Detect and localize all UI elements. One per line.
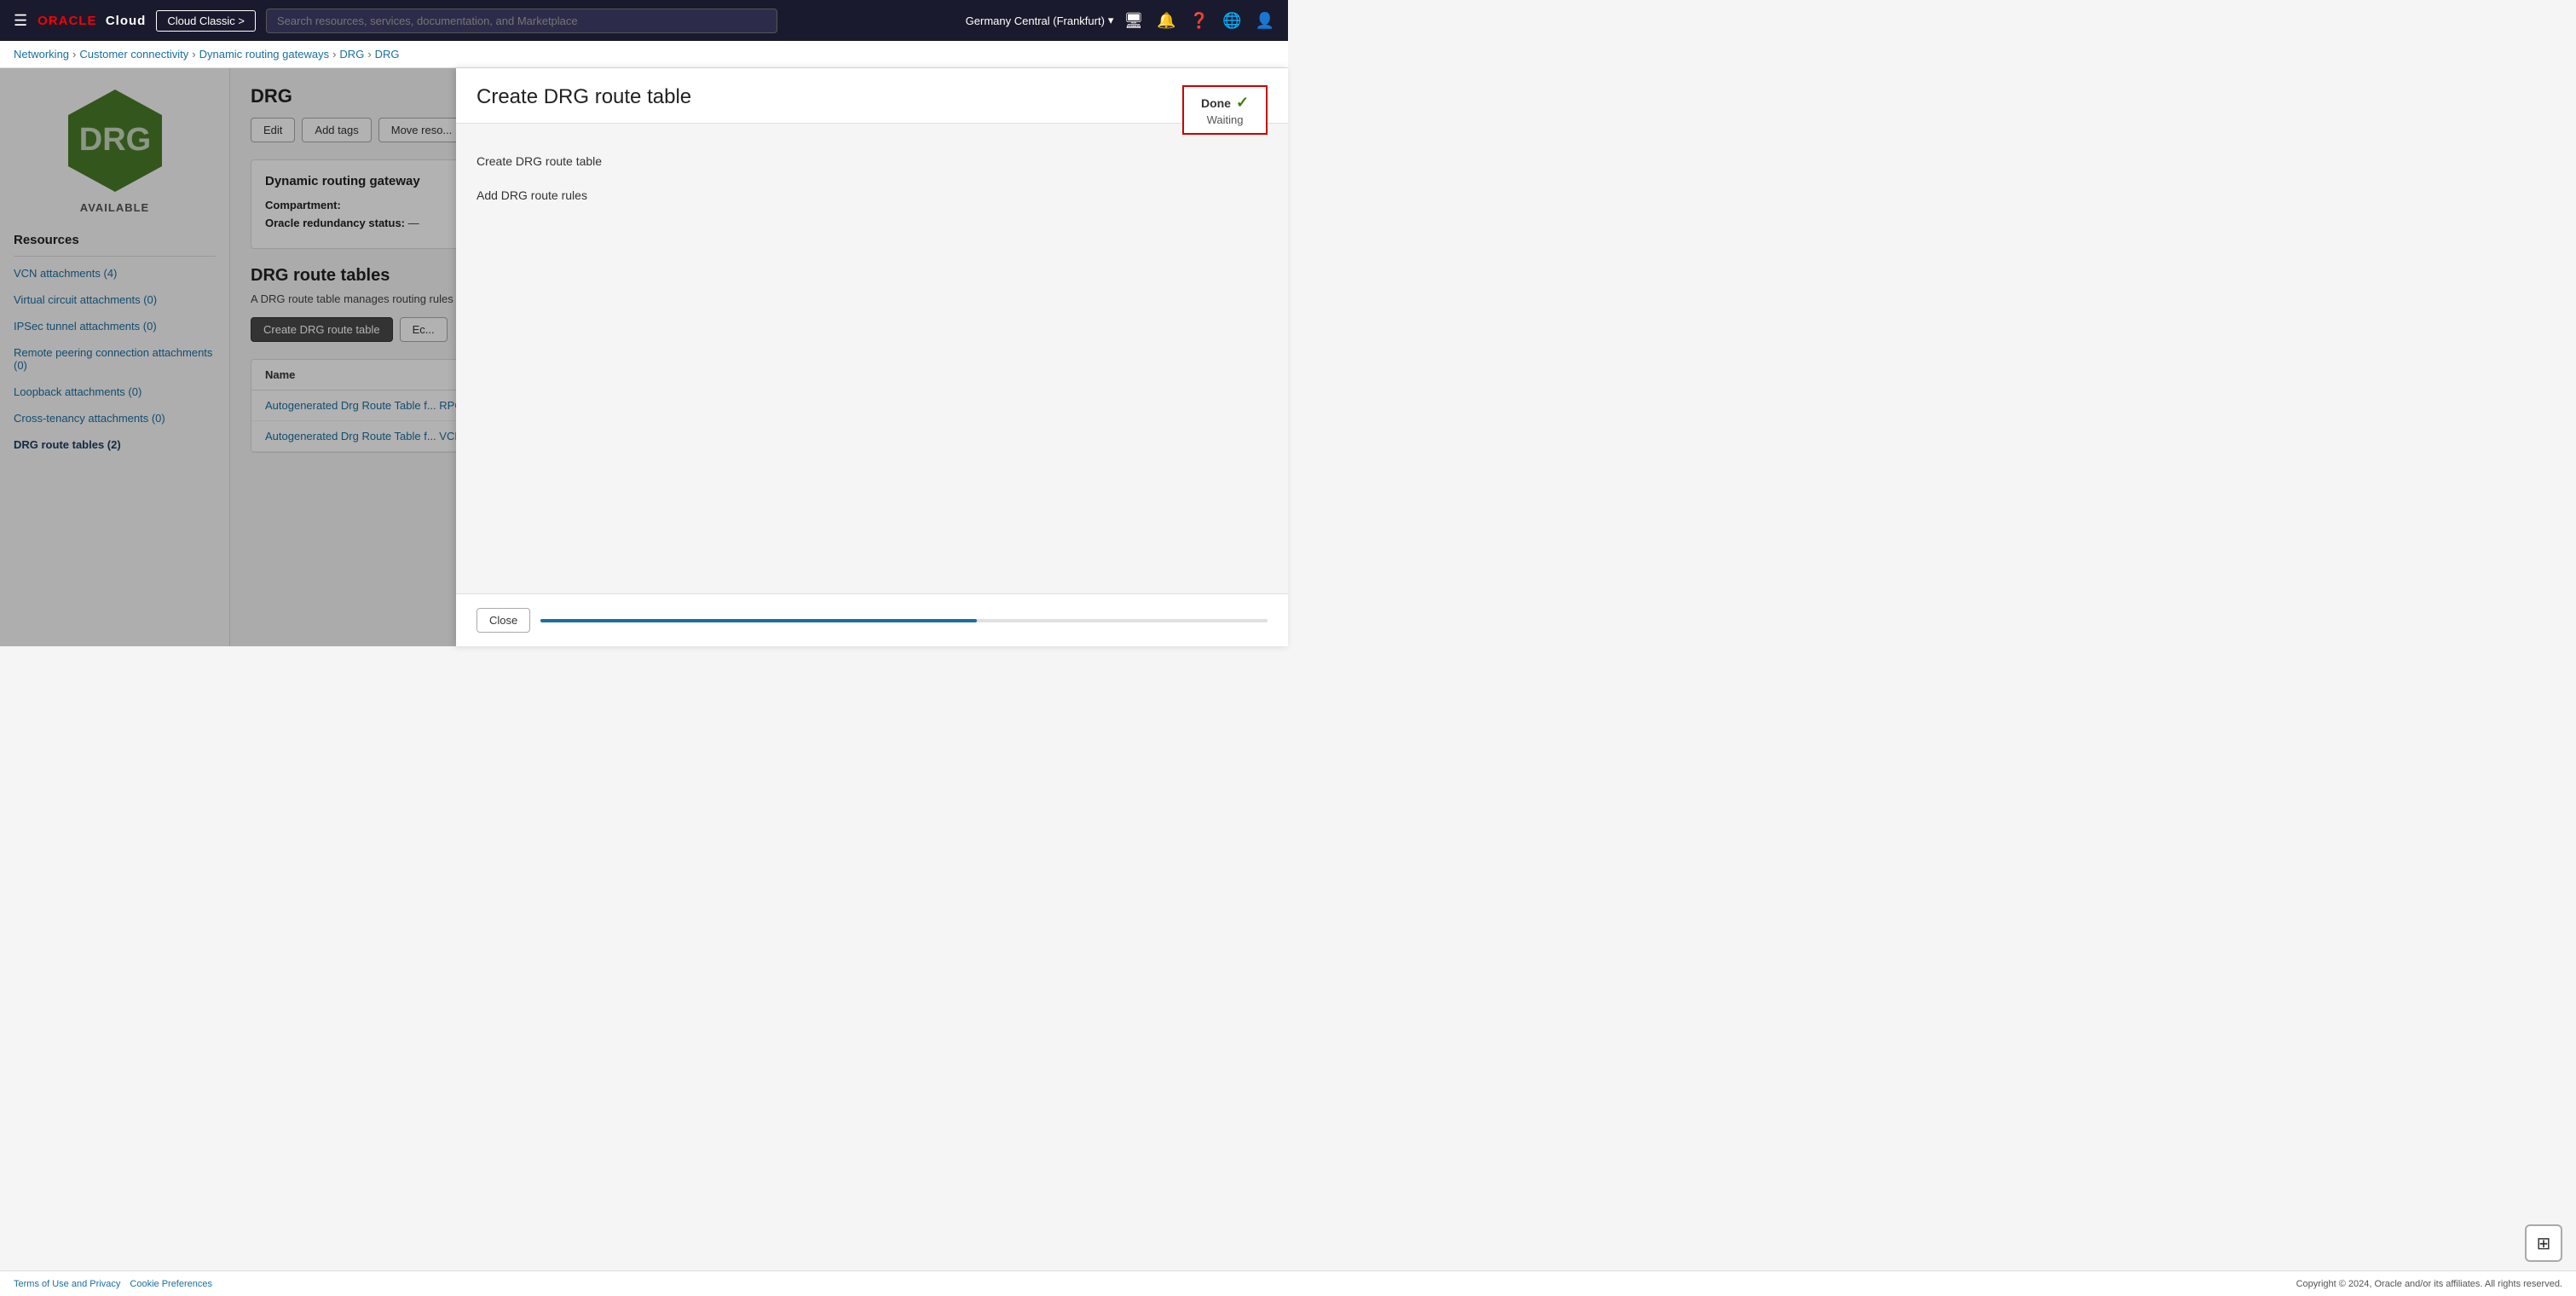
workflow-step-2: Add DRG route rules bbox=[477, 178, 817, 212]
breadcrumb-drg[interactable]: DRG bbox=[339, 48, 364, 61]
modal-panel: Create DRG route table Help Create DRG r… bbox=[456, 68, 1288, 646]
footer-copyright: Copyright © 2024, Oracle and/or its affi… bbox=[2296, 1279, 2562, 1289]
breadcrumb-current: DRG bbox=[375, 48, 400, 61]
breadcrumb-sep-2: › bbox=[192, 48, 195, 61]
user-icon[interactable]: 👤 bbox=[1256, 12, 1274, 30]
help-icon[interactable]: ❓ bbox=[1190, 12, 1209, 30]
modal-header: Create DRG route table Help bbox=[456, 68, 1288, 124]
breadcrumb-customer-connectivity[interactable]: Customer connectivity bbox=[79, 48, 188, 61]
cookie-link[interactable]: Cookie Preferences bbox=[130, 1279, 212, 1289]
breadcrumb: Networking › Customer connectivity › Dyn… bbox=[0, 41, 1288, 68]
top-navigation: ☰ ORACLE Cloud Cloud Classic > Germany C… bbox=[0, 0, 1288, 41]
cloud-classic-button[interactable]: Cloud Classic > bbox=[156, 10, 256, 32]
help-widget[interactable]: ⊞ bbox=[2525, 1224, 2562, 1262]
modal-title: Create DRG route table bbox=[477, 85, 691, 109]
close-button[interactable]: Close bbox=[477, 608, 530, 633]
progress-bar-container bbox=[540, 619, 1268, 622]
breadcrumb-sep-4: › bbox=[367, 48, 371, 61]
nav-icons: 🖥 🔔 ❓ 🌐 👤 bbox=[1123, 12, 1274, 30]
breadcrumb-sep-1: › bbox=[72, 48, 76, 61]
modal-body: Create DRG route table Add DRG route rul… bbox=[456, 124, 1288, 593]
breadcrumb-dynamic-routing[interactable]: Dynamic routing gateways bbox=[199, 48, 329, 61]
footer-left: Terms of Use and Privacy Cookie Preferen… bbox=[14, 1279, 219, 1289]
modal-overlay: Create DRG route table Help Create DRG r… bbox=[0, 68, 1288, 646]
page-footer: Terms of Use and Privacy Cookie Preferen… bbox=[0, 1270, 2576, 1296]
modal-footer: Close bbox=[456, 593, 1288, 646]
cloud-text: Cloud bbox=[106, 14, 147, 28]
region-text: Germany Central (Frankfurt) bbox=[966, 14, 1105, 27]
status-box: Done ✓ Waiting bbox=[1182, 124, 1268, 135]
progress-bar-fill bbox=[540, 619, 977, 622]
help-widget-icon: ⊞ bbox=[2537, 1233, 2551, 1254]
step-1-label: Create DRG route table bbox=[477, 154, 602, 168]
terms-link[interactable]: Terms of Use and Privacy bbox=[14, 1279, 120, 1289]
breadcrumb-sep-3: › bbox=[332, 48, 336, 61]
region-selector[interactable]: Germany Central (Frankfurt) ▾ bbox=[966, 14, 1114, 27]
breadcrumb-networking[interactable]: Networking bbox=[14, 48, 69, 61]
region-dropdown-icon: ▾ bbox=[1108, 14, 1114, 27]
step-2-label: Add DRG route rules bbox=[477, 188, 587, 202]
globe-icon[interactable]: 🌐 bbox=[1222, 12, 1241, 30]
workflow-steps: Create DRG route table Add DRG route rul… bbox=[477, 144, 817, 212]
oracle-logo: ORACLE Cloud bbox=[38, 14, 146, 28]
search-input[interactable] bbox=[266, 9, 777, 33]
main-layout: DRG AVAILABLE Resources VCN attachments … bbox=[0, 68, 1288, 646]
screen-icon[interactable]: 🖥 bbox=[1123, 12, 1143, 30]
hamburger-menu-icon[interactable]: ☰ bbox=[14, 12, 27, 30]
workflow-step-1: Create DRG route table bbox=[477, 144, 817, 178]
bell-icon[interactable]: 🔔 bbox=[1157, 12, 1175, 30]
oracle-text: ORACLE bbox=[38, 14, 96, 28]
status-waiting-label: Waiting bbox=[1207, 124, 1244, 126]
